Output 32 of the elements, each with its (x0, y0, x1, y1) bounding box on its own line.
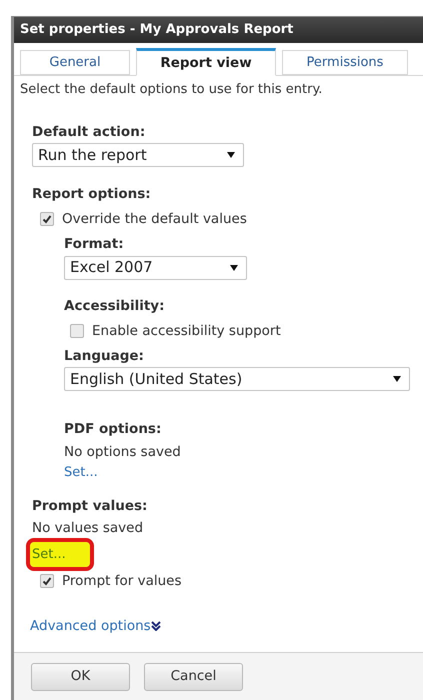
dropdown[interactable]: English (United States) (64, 367, 410, 392)
dropdown-arrow-icon (227, 152, 235, 158)
tab[interactable]: General (20, 50, 130, 75)
set-link[interactable]: Set... (30, 542, 90, 568)
checkbox[interactable] (70, 324, 84, 338)
checkbox-label: Override the default values (62, 210, 247, 229)
checkbox-label: Prompt for values (62, 572, 182, 592)
window-title: Set properties - My Approvals Report (14, 17, 423, 43)
dropdown-arrow-icon (393, 376, 401, 382)
tab[interactable]: Report view (136, 48, 276, 76)
field-label: PDF options: (64, 420, 162, 440)
advanced-options-link[interactable]: Advanced options (30, 616, 161, 636)
field-label: Prompt values: (32, 497, 148, 516)
checkbox[interactable] (40, 212, 54, 226)
dialog-button[interactable]: OK (31, 662, 130, 690)
set-link[interactable]: Set... (64, 462, 98, 482)
dropdown[interactable]: Excel 2007 (64, 256, 247, 280)
field-label: Accessibility: (64, 296, 166, 316)
double-chevron-icon (150, 620, 161, 631)
field-label: Language: (64, 347, 145, 366)
dropdown-arrow-icon (230, 264, 238, 270)
dialog-button[interactable]: Cancel (144, 662, 243, 690)
field-label: Format: (64, 235, 125, 254)
checkbox[interactable] (40, 574, 54, 588)
instruction-text: Select the default options to use for this entry. (20, 81, 324, 99)
checkbox-label: Enable accessibility support (92, 322, 281, 341)
field-label: Report options: (32, 184, 152, 204)
status-text: No options saved (64, 442, 182, 462)
field-label: Default action: (32, 122, 146, 142)
tab[interactable]: Permissions (282, 50, 408, 75)
dropdown[interactable]: Run the report (32, 142, 244, 167)
status-text: No values saved (32, 518, 144, 538)
